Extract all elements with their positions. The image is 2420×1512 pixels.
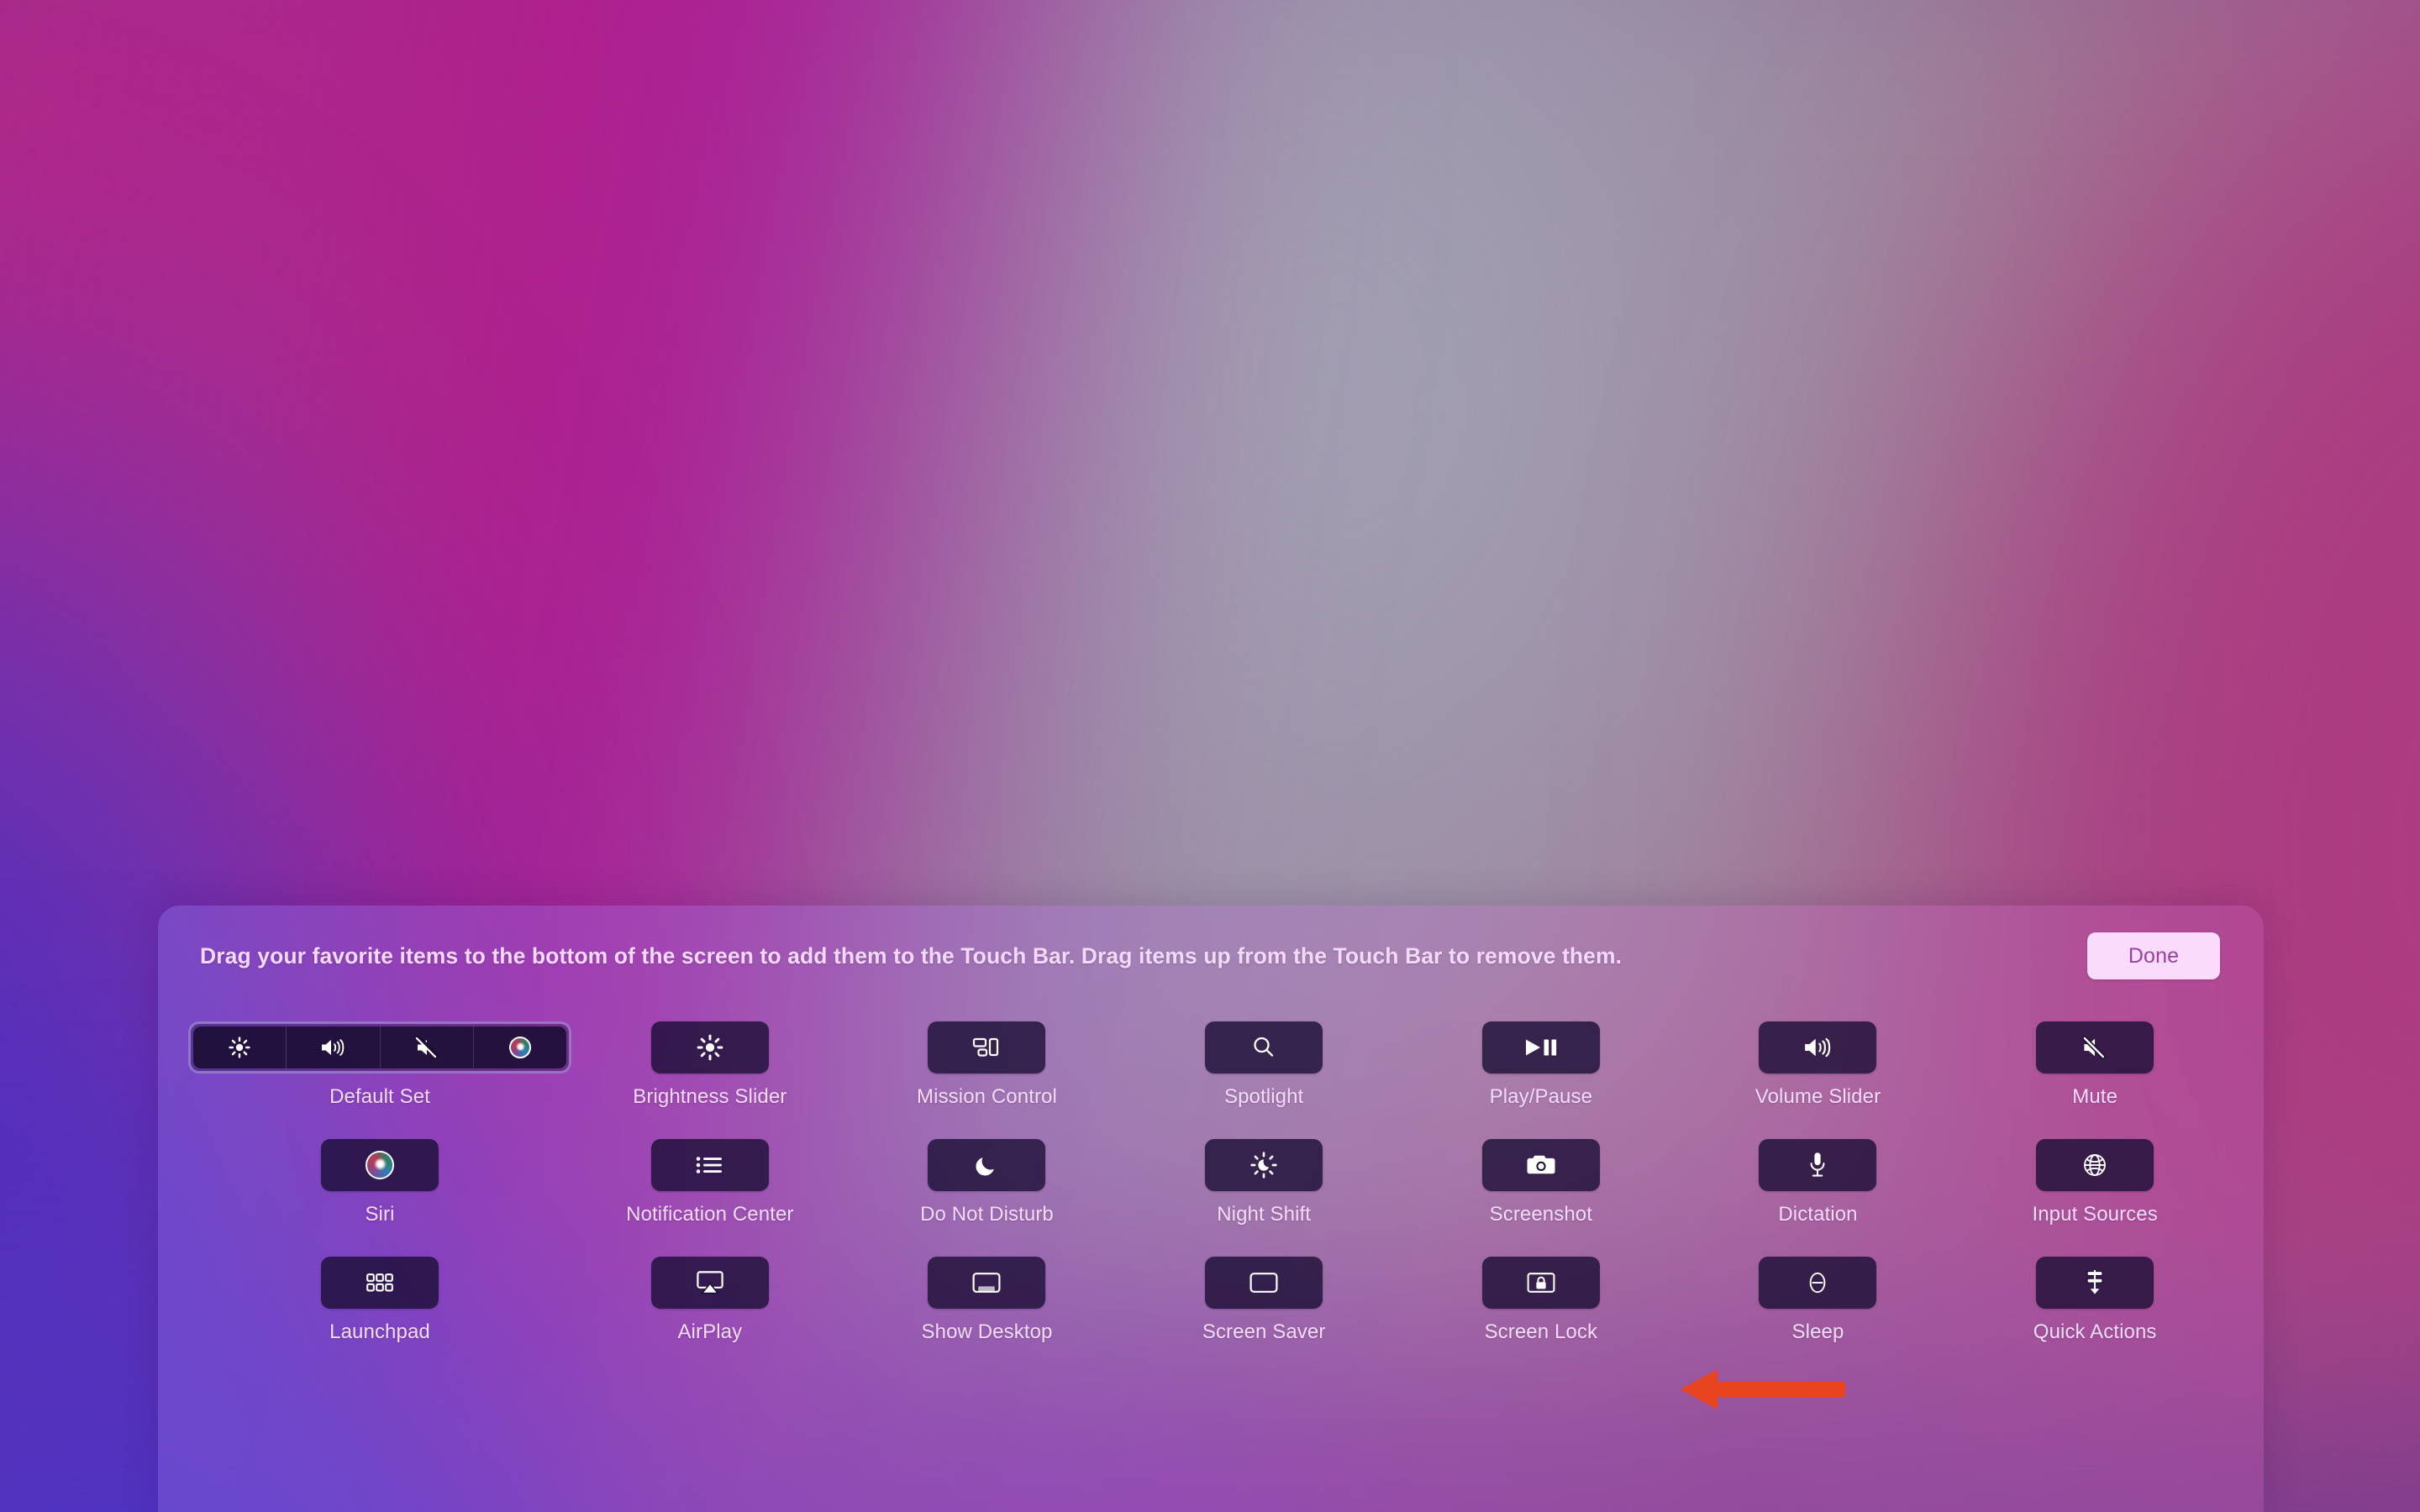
item-night-shift[interactable]: Night Shift <box>1125 1139 1402 1226</box>
touch-bar-customize-panel: Drag your favorite items to the bottom o… <box>158 906 2264 1512</box>
tile[interactable] <box>1205 1021 1323 1074</box>
tile[interactable] <box>928 1139 1045 1191</box>
tile[interactable] <box>928 1021 1045 1074</box>
item-screen-lock[interactable]: Screen Lock <box>1402 1257 1680 1344</box>
siri-icon <box>366 1151 394 1179</box>
item-label: Screenshot <box>1490 1203 1592 1226</box>
item-label: Mute <box>2072 1085 2118 1109</box>
item-volume-slider[interactable]: Volume Slider <box>1680 1021 1957 1109</box>
item-notification-center[interactable]: Notification Center <box>571 1139 849 1226</box>
item-label: Brightness Slider <box>633 1085 786 1109</box>
item-default-set[interactable]: Default Set <box>188 1021 571 1109</box>
item-do-not-disturb[interactable]: Do Not Disturb <box>849 1139 1126 1226</box>
mission-control-icon <box>971 1035 1002 1060</box>
panel-header: Drag your favorite items to the bottom o… <box>158 906 2264 1006</box>
tile[interactable] <box>1759 1139 1876 1191</box>
quick-actions-icon <box>2081 1268 2108 1297</box>
tile[interactable] <box>651 1021 769 1074</box>
item-quick-actions[interactable]: Quick Actions <box>1956 1257 2233 1344</box>
tile[interactable] <box>1205 1139 1323 1191</box>
item-label: Sleep <box>1792 1320 1844 1344</box>
item-label: Mission Control <box>917 1085 1057 1109</box>
item-label: Notification Center <box>626 1203 793 1226</box>
tile[interactable] <box>1759 1021 1876 1074</box>
item-spotlight[interactable]: Spotlight <box>1125 1021 1402 1109</box>
default-set-tile-group[interactable] <box>188 1021 571 1074</box>
item-play-pause[interactable]: Play/Pause <box>1402 1021 1680 1109</box>
item-show-desktop[interactable]: Show Desktop <box>849 1257 1126 1344</box>
volume-icon[interactable] <box>287 1026 380 1068</box>
item-mute[interactable]: Mute <box>1956 1021 2233 1109</box>
item-label: Launchpad <box>329 1320 430 1344</box>
item-screenshot[interactable]: Screenshot <box>1402 1139 1680 1226</box>
tile[interactable] <box>321 1257 439 1309</box>
tile[interactable] <box>2036 1139 2154 1191</box>
item-brightness-slider[interactable]: Brightness Slider <box>571 1021 849 1109</box>
item-label: AirPlay <box>677 1320 742 1344</box>
screen-lock-icon <box>1526 1271 1556 1294</box>
item-label: Dictation <box>1778 1203 1857 1226</box>
item-label: Play/Pause <box>1490 1085 1592 1109</box>
item-label: Night Shift <box>1217 1203 1311 1226</box>
list-icon <box>694 1153 726 1177</box>
tile[interactable] <box>928 1257 1045 1309</box>
touch-bar-item-grid: Default Set Brightness Slider Mission Co… <box>158 1021 2264 1344</box>
tile[interactable] <box>2036 1021 2154 1074</box>
tile[interactable] <box>1482 1257 1600 1309</box>
mute-icon[interactable] <box>381 1026 474 1068</box>
tile[interactable] <box>1205 1257 1323 1309</box>
mute-icon <box>2080 1034 2110 1061</box>
tile[interactable] <box>1759 1257 1876 1309</box>
done-button-label: Done <box>2128 944 2179 969</box>
item-label: Volume Slider <box>1755 1085 1881 1109</box>
show-desktop-icon <box>971 1271 1002 1294</box>
item-airplay[interactable]: AirPlay <box>571 1257 849 1344</box>
tile[interactable] <box>1482 1139 1600 1191</box>
moon-icon <box>973 1152 1000 1179</box>
siri-orb <box>509 1037 531 1058</box>
grid-icon <box>366 1273 394 1293</box>
brightness-icon <box>696 1033 724 1062</box>
globe-icon <box>2081 1152 2108 1179</box>
play-pause-icon <box>1523 1036 1560 1059</box>
screen-saver-icon <box>1249 1271 1279 1294</box>
item-label: Screen Lock <box>1485 1320 1598 1344</box>
done-button[interactable]: Done <box>2087 932 2220 979</box>
item-launchpad[interactable]: Launchpad <box>188 1257 571 1344</box>
brightness-icon[interactable] <box>193 1026 287 1068</box>
item-dictation[interactable]: Dictation <box>1680 1139 1957 1226</box>
item-input-sources[interactable]: Input Sources <box>1956 1139 2233 1226</box>
item-siri[interactable]: Siri <box>188 1139 571 1226</box>
airplay-icon <box>695 1269 725 1296</box>
item-label: Siri <box>365 1203 394 1226</box>
item-label: Show Desktop <box>922 1320 1053 1344</box>
camera-icon <box>1525 1152 1557 1178</box>
sleep-icon <box>1806 1269 1829 1296</box>
item-sleep[interactable]: Sleep <box>1680 1257 1957 1344</box>
item-screen-saver[interactable]: Screen Saver <box>1125 1257 1402 1344</box>
item-mission-control[interactable]: Mission Control <box>849 1021 1126 1109</box>
microphone-icon <box>1807 1151 1828 1179</box>
instruction-text: Drag your favorite items to the bottom o… <box>200 943 1622 969</box>
item-label: Quick Actions <box>2033 1320 2157 1344</box>
tile[interactable] <box>1482 1021 1600 1074</box>
tile[interactable] <box>651 1257 769 1309</box>
item-label: Spotlight <box>1224 1085 1303 1109</box>
search-icon <box>1250 1034 1277 1061</box>
item-label: Do Not Disturb <box>920 1203 1054 1226</box>
volume-icon <box>1801 1034 1834 1061</box>
night-shift-icon <box>1249 1151 1278 1179</box>
siri-icon[interactable] <box>474 1026 566 1068</box>
item-label: Screen Saver <box>1202 1320 1326 1344</box>
item-label: Input Sources <box>2032 1203 2157 1226</box>
tile[interactable] <box>651 1139 769 1191</box>
item-label: Default Set <box>329 1085 430 1109</box>
tile[interactable] <box>2036 1257 2154 1309</box>
tile[interactable] <box>321 1139 439 1191</box>
